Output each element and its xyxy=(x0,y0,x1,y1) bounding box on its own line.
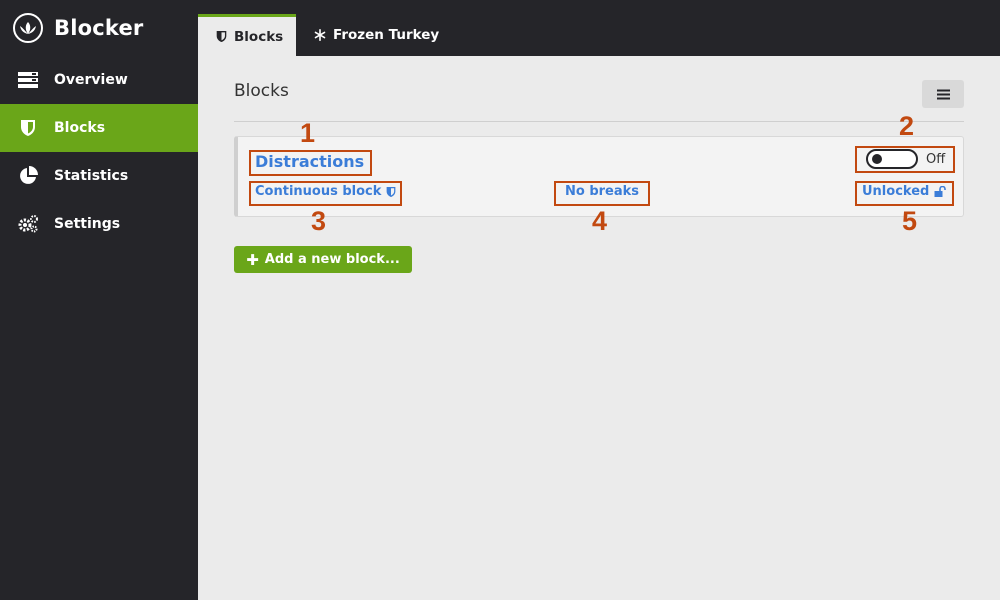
annotation-number-3: 3 xyxy=(311,206,327,236)
annotation-box-2 xyxy=(855,146,955,173)
tab-label: Blocks xyxy=(234,28,284,45)
add-block-button[interactable]: ✚ Add a new block... xyxy=(234,246,412,273)
annotation-box-3 xyxy=(249,181,402,206)
tab-label: Frozen Turkey xyxy=(333,27,440,43)
brand: Blocker xyxy=(0,0,198,56)
sidebar: Blocker Overview Blocks Statistics Setti… xyxy=(0,0,198,600)
plus-icon: ✚ xyxy=(246,250,259,269)
sidebar-item-blocks[interactable]: Blocks xyxy=(0,104,198,152)
tab-frozen-turkey[interactable]: Frozen Turkey xyxy=(314,14,439,56)
sidebar-item-statistics[interactable]: Statistics xyxy=(0,152,198,200)
annotation-box-4 xyxy=(554,181,650,206)
sidebar-item-label: Settings xyxy=(54,216,121,232)
annotation-number-2: 2 xyxy=(899,111,915,141)
add-block-label: Add a new block... xyxy=(264,252,400,267)
annotation-number-1: 1 xyxy=(300,118,316,148)
pie-chart-icon xyxy=(17,165,39,187)
gears-icon xyxy=(17,213,39,235)
lotus-logo-icon xyxy=(13,13,43,43)
sidebar-item-label: Overview xyxy=(54,72,128,88)
annotation-number-5: 5 xyxy=(902,206,918,236)
tab-blocks[interactable]: Blocks xyxy=(198,14,296,56)
app-title: Blocker xyxy=(54,16,144,40)
server-icon xyxy=(17,69,39,91)
sidebar-item-label: Blocks xyxy=(54,120,106,136)
page-title: Blocks xyxy=(234,81,289,101)
menu-button[interactable] xyxy=(922,80,964,108)
divider xyxy=(234,121,964,122)
sidebar-item-overview[interactable]: Overview xyxy=(0,56,198,104)
annotation-number-4: 4 xyxy=(592,206,608,236)
sidebar-item-label: Statistics xyxy=(54,168,129,184)
top-bar: Blocks Frozen Turkey xyxy=(198,0,1000,56)
shield-icon xyxy=(216,30,227,43)
annotation-box-5 xyxy=(855,181,954,206)
snowflake-icon xyxy=(314,29,326,41)
shield-icon xyxy=(17,117,39,139)
sidebar-item-settings[interactable]: Settings xyxy=(0,200,198,248)
hamburger-icon xyxy=(936,85,950,104)
annotation-box-1 xyxy=(249,150,372,176)
